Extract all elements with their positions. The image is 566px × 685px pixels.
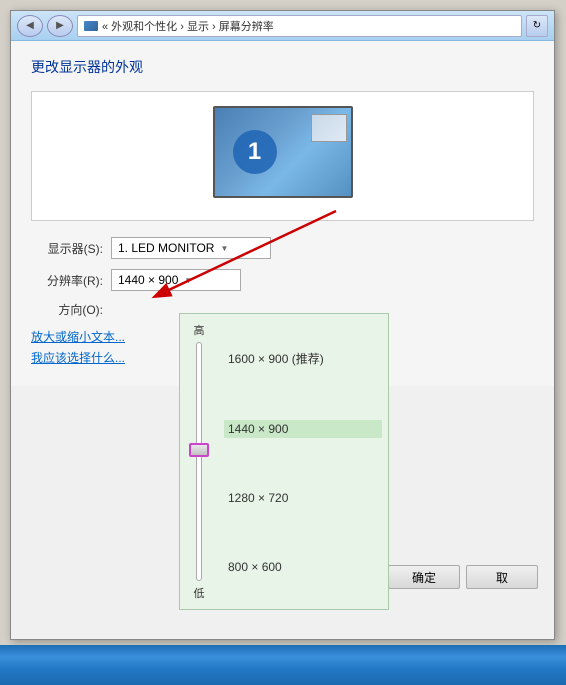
display-dropdown-value: 1. LED MONITOR <box>118 241 214 255</box>
orientation-label: 方向(O): <box>31 301 103 318</box>
breadcrumb-icon <box>84 21 98 31</box>
resolution-option-1280[interactable]: 1280 × 720 <box>224 489 382 507</box>
page-title: 更改显示器的外观 <box>31 57 534 77</box>
forward-button[interactable]: ▶ <box>47 15 73 37</box>
resolution-option-1440-label: 1440 × 900 <box>228 422 288 436</box>
main-window: ◀ ▶ « 外观和个性化 › 显示 › 屏幕分辨率 ↻ 更改显示器的外观 1 显… <box>10 10 555 640</box>
address-bar: « 外观和个性化 › 显示 › 屏幕分辨率 <box>77 15 522 37</box>
resolution-dropdown-value: 1440 × 900 <box>118 273 178 287</box>
slider-high-label: 高 <box>194 322 205 338</box>
title-bar-nav: ◀ ▶ « 外观和个性化 › 显示 › 屏幕分辨率 ↻ <box>17 15 548 37</box>
resolution-option-1600-label: 1600 × 900 (推荐) <box>228 352 324 366</box>
resolution-option-1600[interactable]: 1600 × 900 (推荐) <box>224 348 382 369</box>
display-label: 显示器(S): <box>31 240 103 257</box>
monitor-preview: 1 <box>31 91 534 221</box>
breadcrumb-text: « 外观和个性化 › 显示 › 屏幕分辨率 <box>102 18 274 34</box>
confirm-button[interactable]: 确定 <box>388 565 460 589</box>
monitor-number: 1 <box>233 130 277 174</box>
display-row: 显示器(S): 1. LED MONITOR ▼ <box>31 237 534 259</box>
resolution-popup-inner: 高 低 1600 × 900 (推荐) 1440 × 900 1280 × 72… <box>180 314 388 609</box>
monitor-screen: 1 <box>213 106 353 198</box>
display-dropdown-arrow: ▼ <box>220 244 228 253</box>
title-bar: ◀ ▶ « 外观和个性化 › 显示 › 屏幕分辨率 ↻ <box>11 11 554 41</box>
slider-container: 高 低 <box>180 314 218 609</box>
resolution-row: 分辨率(R): 1440 × 900 ▼ <box>31 269 534 291</box>
display-dropdown[interactable]: 1. LED MONITOR ▼ <box>111 237 271 259</box>
resolution-option-1440[interactable]: 1440 × 900 <box>224 420 382 438</box>
taskbar <box>0 645 566 685</box>
cancel-button[interactable]: 取 <box>466 565 538 589</box>
resolution-dropdown-arrow: ▼ <box>184 276 192 285</box>
refresh-button[interactable]: ↻ <box>526 15 548 37</box>
button-row: 确定 取 <box>388 565 538 589</box>
monitor-small-preview <box>311 114 347 142</box>
resolution-label: 分辨率(R): <box>31 272 103 289</box>
resolution-options: 1600 × 900 (推荐) 1440 × 900 1280 × 720 80… <box>218 314 388 609</box>
resolution-option-1280-label: 1280 × 720 <box>228 491 288 505</box>
slider-track[interactable] <box>196 342 202 581</box>
slider-thumb[interactable] <box>189 443 209 457</box>
back-button[interactable]: ◀ <box>17 15 43 37</box>
monitor-display: 1 <box>213 106 353 206</box>
resolution-option-800[interactable]: 800 × 600 <box>224 558 382 576</box>
slider-low-label: 低 <box>194 585 205 601</box>
resolution-popup: 高 低 1600 × 900 (推荐) 1440 × 900 1280 × 72… <box>179 313 389 610</box>
resolution-option-800-label: 800 × 600 <box>228 560 282 574</box>
resolution-dropdown[interactable]: 1440 × 900 ▼ <box>111 269 241 291</box>
